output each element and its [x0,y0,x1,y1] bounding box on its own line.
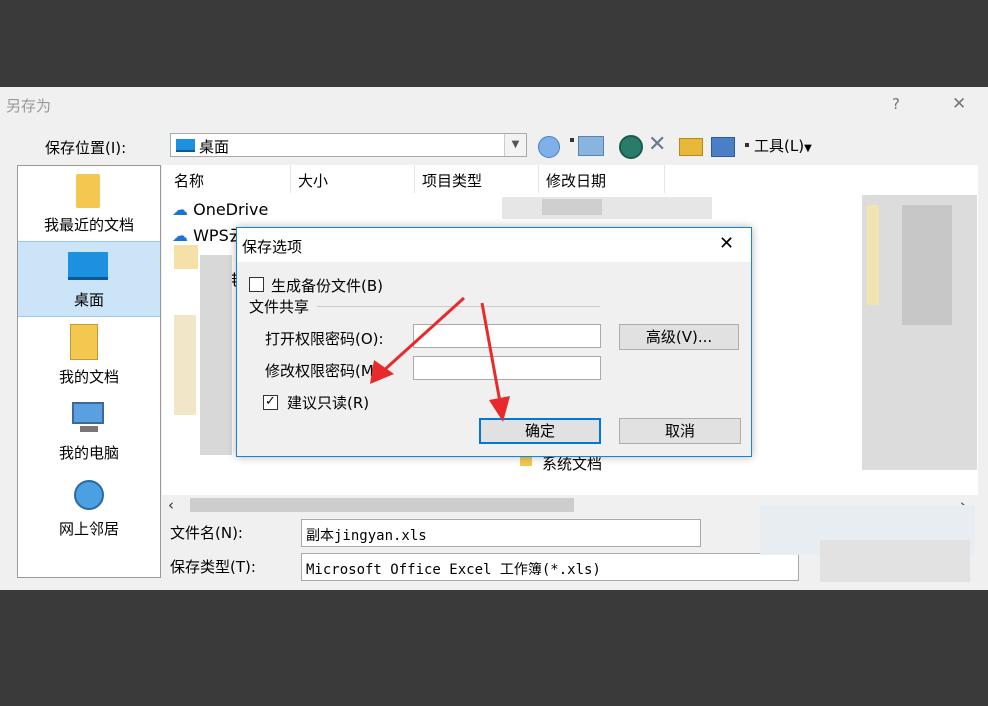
annotation-arrows [370,296,510,422]
arrow-shaft-right [480,302,502,403]
arrow-head-right [489,396,510,422]
arrow-shaft-left [380,296,466,374]
